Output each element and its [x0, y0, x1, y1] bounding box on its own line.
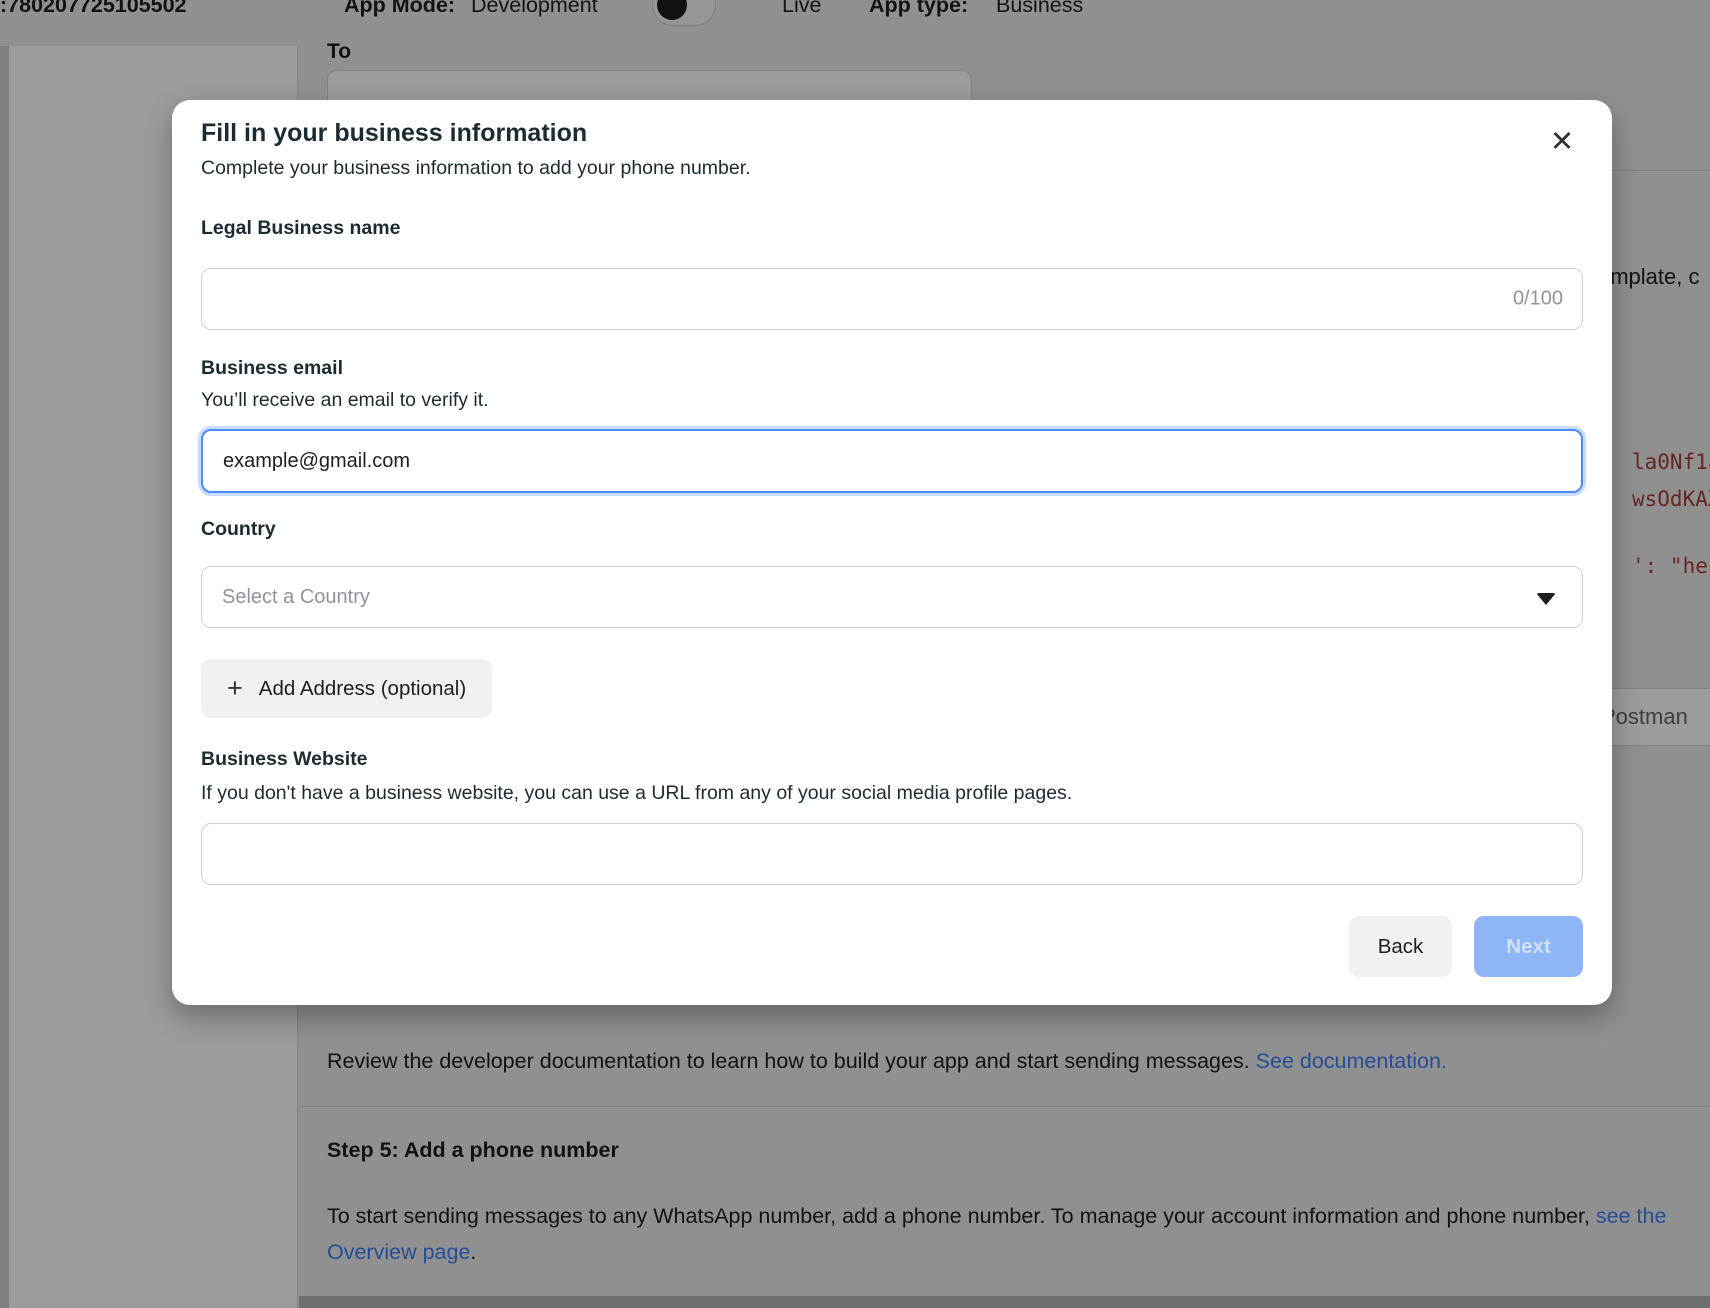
close-icon: ✕ — [1550, 126, 1574, 158]
dialog-footer: Back Next — [201, 916, 1583, 977]
chevron-down-icon — [1536, 593, 1556, 605]
country-label: Country — [201, 517, 1583, 541]
plus-icon: + — [227, 675, 243, 702]
dialog-title: Fill in your business information — [201, 118, 1583, 148]
add-address-button[interactable]: + Add Address (optional) — [201, 659, 492, 718]
legal-business-name-label: Legal Business name — [201, 216, 1583, 240]
dialog-subtitle: Complete your business information to ad… — [201, 156, 1583, 180]
screen: :780207725105502 App Mode: Development L… — [0, 0, 1710, 1308]
legal-business-name-row: 0/100 — [201, 268, 1583, 330]
business-website-input[interactable] — [201, 823, 1583, 885]
back-button[interactable]: Back — [1349, 916, 1452, 977]
business-email-row — [201, 429, 1583, 493]
country-select[interactable]: Select a Country — [201, 566, 1583, 628]
country-placeholder: Select a Country — [222, 586, 370, 609]
next-button[interactable]: Next — [1474, 916, 1583, 977]
business-website-label: Business Website — [201, 747, 1583, 771]
char-counter: 0/100 — [1513, 288, 1563, 311]
business-email-label: Business email — [201, 356, 1583, 380]
business-info-dialog: ✕ Fill in your business information Comp… — [172, 100, 1612, 1005]
legal-business-name-input[interactable] — [201, 268, 1583, 330]
business-website-helper: If you don't have a business website, yo… — [201, 781, 1583, 805]
business-website-row — [201, 823, 1583, 885]
business-email-input[interactable] — [201, 429, 1583, 493]
close-button[interactable]: ✕ — [1544, 124, 1580, 160]
add-address-label: Add Address (optional) — [259, 677, 466, 701]
business-email-helper: You’ll receive an email to verify it. — [201, 388, 1583, 412]
